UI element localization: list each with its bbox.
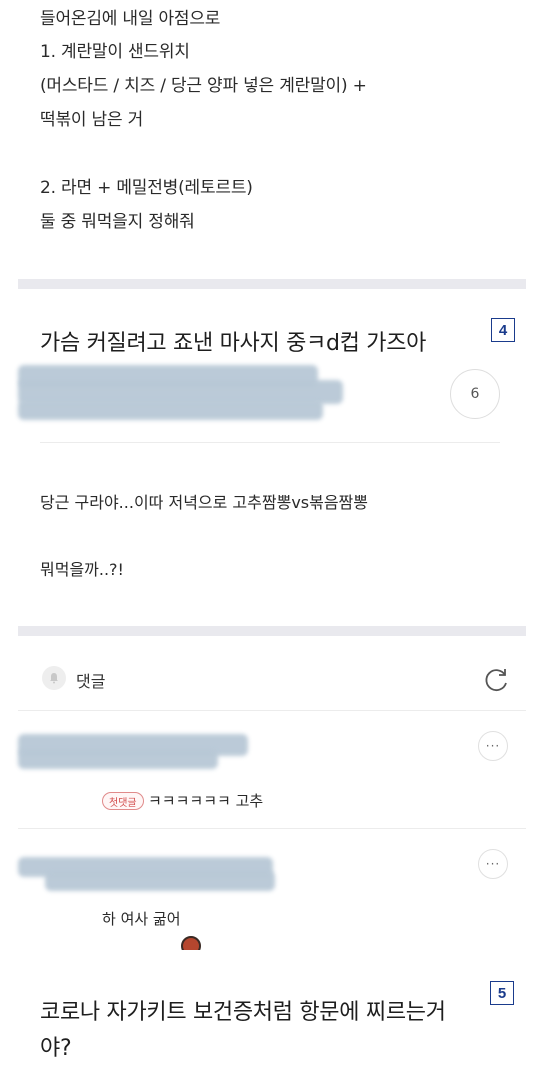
number-badge: 4 bbox=[491, 318, 515, 342]
refresh-icon[interactable] bbox=[482, 664, 512, 694]
separator bbox=[18, 710, 526, 711]
bell-icon bbox=[42, 666, 66, 690]
comment-count-button[interactable]: 6 bbox=[450, 369, 500, 419]
post-line: 2. 라면 + 메밀전병(레토르트) bbox=[40, 178, 253, 198]
section-divider bbox=[18, 279, 526, 289]
post-body-line: 당근 구라야...이따 저녁으로 고추짬뽕vs볶음짬뽕 bbox=[40, 493, 369, 512]
post-title[interactable]: 가슴 커질려고 죠낸 마사지 중ㅋd컵 가즈아 bbox=[40, 325, 426, 357]
post-line: 1. 계란말이 샌드위치 bbox=[40, 42, 190, 62]
comment-text: 하 여사 굶어 bbox=[102, 910, 181, 928]
comments-header-label: 댓글 bbox=[76, 672, 106, 691]
post-line: (머스타드 / 치즈 / 당근 양파 넣은 계란말이) + bbox=[40, 76, 367, 96]
section-divider bbox=[18, 626, 526, 636]
more-options-button[interactable]: ··· bbox=[478, 731, 508, 761]
post-line: 떡볶이 남은 거 bbox=[40, 110, 144, 130]
post-body-line: 뭐먹을까..?! bbox=[40, 560, 124, 579]
number-badge: 5 bbox=[490, 981, 514, 1005]
post-line: 둘 중 뭐먹을지 정해줘 bbox=[40, 212, 195, 232]
post-title[interactable]: 코로나 자가키트 보건증처럼 항문에 찌르는거 bbox=[40, 994, 446, 1026]
post-line: 들어온김에 내일 아점으로 bbox=[40, 9, 221, 29]
more-options-button[interactable]: ··· bbox=[478, 849, 508, 879]
separator bbox=[18, 828, 526, 829]
separator bbox=[40, 442, 500, 443]
first-comment-badge: 첫댓글 bbox=[102, 792, 144, 810]
comment-text: ㅋㅋㅋㅋㅋㅋ 고추 bbox=[148, 792, 264, 810]
post-title-continued[interactable]: 야? bbox=[40, 1030, 72, 1062]
